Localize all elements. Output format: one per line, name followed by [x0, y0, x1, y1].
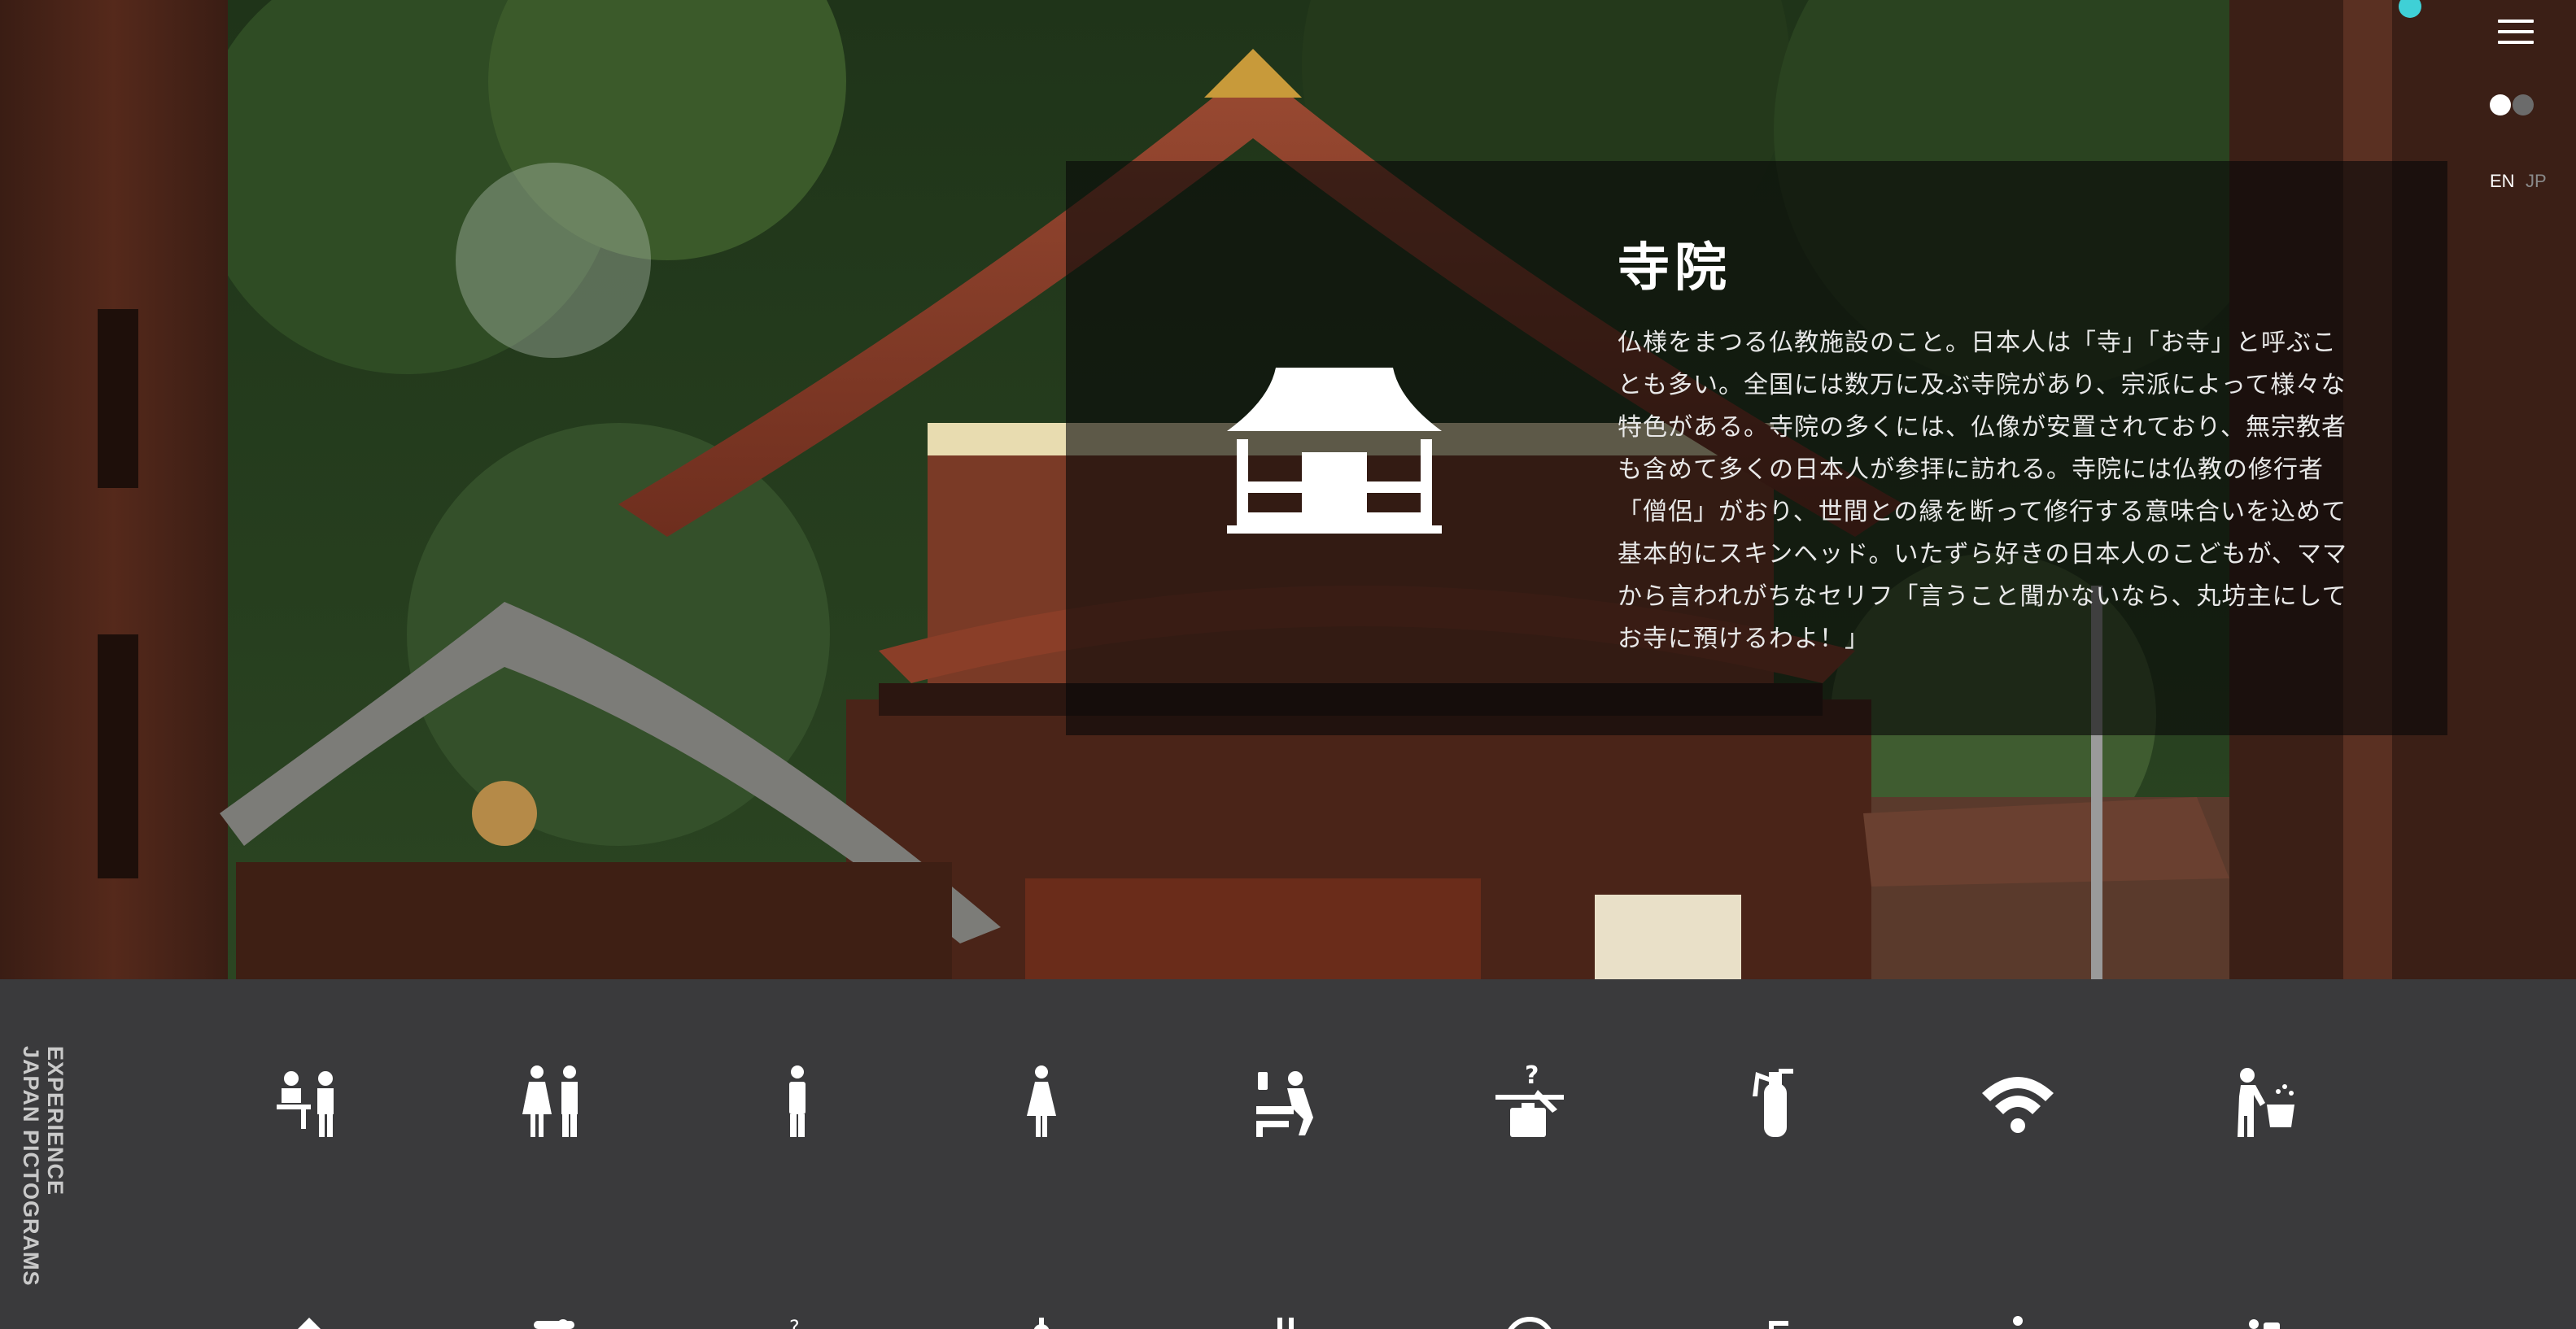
theme-toggle-knob-active — [2490, 94, 2511, 115]
pictogram-gallery — [0, 979, 2576, 1329]
pictogram-row2-7[interactable] — [1733, 1309, 1814, 1329]
pictogram-row2-1[interactable] — [269, 1309, 350, 1329]
mens-restroom-icon[interactable] — [757, 1061, 838, 1142]
wifi-icon[interactable] — [1977, 1061, 2059, 1142]
brand-line-1: EXPERIENCE — [43, 1046, 68, 1196]
restrooms-icon[interactable] — [513, 1061, 594, 1142]
pictogram-row2-3[interactable]: ? — [757, 1309, 838, 1329]
hamburger-menu-icon[interactable] — [2498, 20, 2534, 47]
pictogram-row2-2[interactable] — [513, 1309, 594, 1329]
page: 寺院 仏様をまつる仏教施設のこと。日本人は「寺」「お寺」と呼ぶことも多い。全国に… — [0, 0, 2576, 1329]
lang-en-button[interactable]: EN — [2490, 171, 2515, 192]
brand-line-2: JAPAN PICTOGRAMS — [19, 1046, 43, 1287]
theme-toggle[interactable] — [2488, 93, 2540, 117]
temple-icon — [1227, 368, 1442, 534]
reception-desk-icon[interactable] — [269, 1061, 350, 1142]
pictogram-row2-6[interactable] — [1489, 1309, 1570, 1329]
womens-restroom-icon[interactable] — [1001, 1061, 1082, 1142]
svg-text:?: ? — [1525, 1061, 1539, 1090]
pictogram-row2-4[interactable] — [1001, 1309, 1082, 1329]
theme-toggle-knob-inactive — [2513, 94, 2534, 115]
page-title: 寺院 — [1618, 238, 1731, 298]
lost-and-found-icon[interactable]: ? — [1489, 1061, 1570, 1142]
svg-text:?: ? — [789, 1316, 800, 1329]
brand-logo: EXPERIENCE JAPAN PICTOGRAMS — [18, 1046, 75, 1306]
baby-changing-icon[interactable] — [1245, 1061, 1326, 1142]
hand-washing-icon[interactable] — [2221, 1061, 2303, 1142]
lang-jp-button[interactable]: JP — [2526, 171, 2547, 192]
description-text: 仏様をまつる仏教施設のこと。日本人は「寺」「お寺」と呼ぶことも多い。全国には数万… — [1618, 329, 2347, 653]
pictogram-row2-8[interactable] — [1977, 1309, 2059, 1329]
pictogram-row2-5[interactable] — [1245, 1309, 1326, 1329]
pictogram-row2-9[interactable] — [2221, 1309, 2303, 1329]
hero-section: 寺院 仏様をまつる仏教施設のこと。日本人は「寺」「お寺」と呼ぶことも多い。全国に… — [0, 0, 2576, 979]
fire-extinguisher-icon[interactable] — [1733, 1061, 1814, 1142]
